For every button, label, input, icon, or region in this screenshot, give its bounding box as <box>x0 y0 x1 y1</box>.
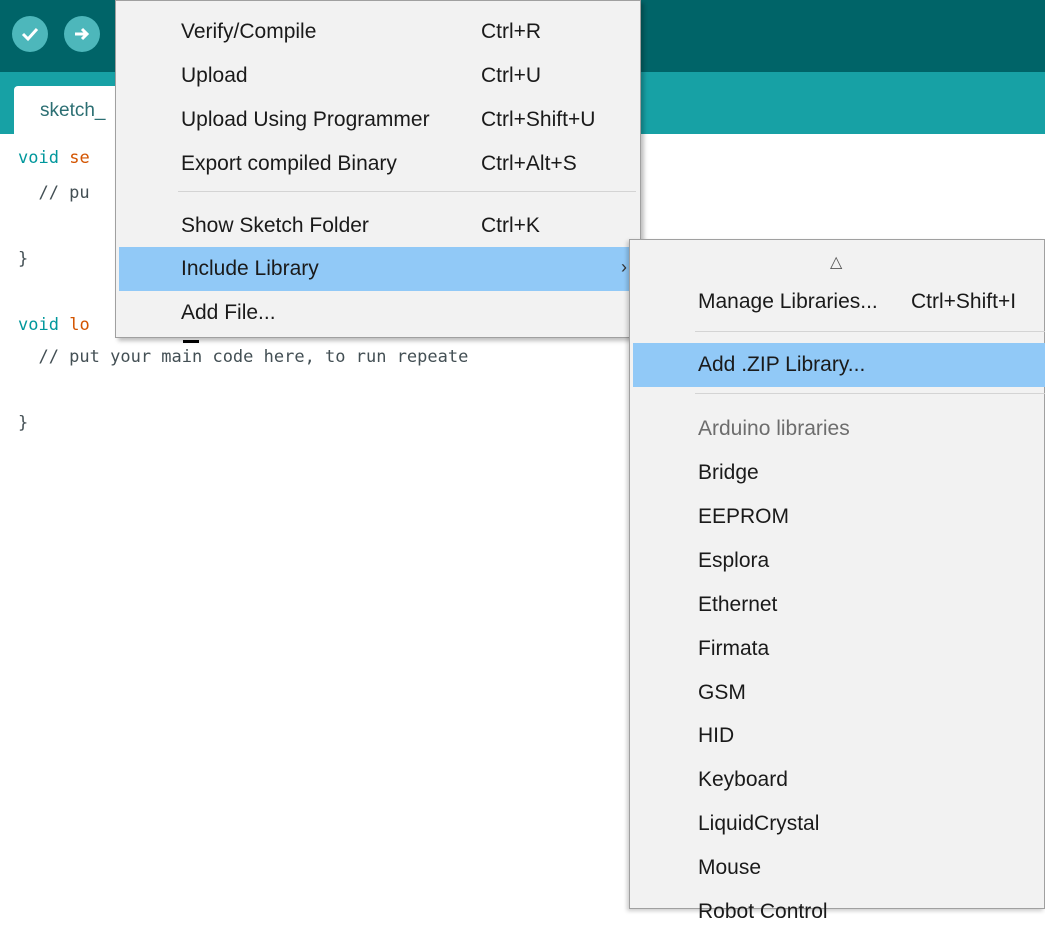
library-item-mouse[interactable]: Mouse <box>633 846 1045 890</box>
code-line: // put your main code here, to run repea… <box>18 347 469 367</box>
library-item-ethernet[interactable]: Ethernet <box>633 583 1045 627</box>
menu-item-verify-compile[interactable]: Verify/Compile Ctrl+R <box>119 10 637 54</box>
menu-item-upload-programmer[interactable]: Upload Using Programmer Ctrl+Shift+U <box>119 98 637 142</box>
include-library-submenu: △ Manage Libraries... Ctrl+Shift+I Add .… <box>629 239 1045 923</box>
code-line: } <box>18 413 29 433</box>
menu-item-manage-libraries[interactable]: Manage Libraries... Ctrl+Shift+I <box>633 280 1045 324</box>
menu-item-upload[interactable]: Upload Ctrl+U <box>119 54 637 98</box>
library-item-gsm[interactable]: GSM <box>633 671 1045 715</box>
menu-separator <box>178 191 636 192</box>
library-item-esplora[interactable]: Esplora <box>633 539 1045 583</box>
upload-button[interactable] <box>64 16 100 52</box>
library-item-bridge[interactable]: Bridge <box>633 451 1045 495</box>
checkmark-icon <box>20 24 40 44</box>
library-item-keyboard[interactable]: Keyboard <box>633 758 1045 802</box>
menu-item-include-library[interactable]: Include Library › <box>119 247 637 291</box>
menu-separator <box>695 331 1045 332</box>
verify-button[interactable] <box>12 16 48 52</box>
menu-item-add-file[interactable]: Add File... <box>119 291 637 335</box>
library-item-liquidcrystal[interactable]: LiquidCrystal <box>633 802 1045 846</box>
menu-separator <box>695 393 1045 394</box>
tab-label: sketch_ <box>40 100 106 121</box>
code-line: // pu <box>18 183 90 203</box>
code-line: } <box>18 249 29 269</box>
text-caret <box>183 340 199 343</box>
menu-item-show-sketch-folder[interactable]: Show Sketch Folder Ctrl+K <box>119 204 637 248</box>
library-item-eeprom[interactable]: EEPROM <box>633 495 1045 539</box>
library-item-hid[interactable]: HID <box>633 714 1045 758</box>
library-item-robot-control[interactable]: Robot Control <box>633 890 1045 934</box>
code-line: void se <box>18 148 90 168</box>
menu-item-add-zip-library[interactable]: Add .ZIP Library... <box>633 343 1045 387</box>
chevron-right-icon: › <box>621 257 627 277</box>
menu-item-export-binary[interactable]: Export compiled Binary Ctrl+Alt+S <box>119 142 637 186</box>
section-header-arduino-libraries: Arduino libraries <box>698 417 850 440</box>
code-line: void lo <box>18 315 90 335</box>
sketch-menu: Verify/Compile Ctrl+R Upload Ctrl+U Uplo… <box>115 0 641 338</box>
library-item-firmata[interactable]: Firmata <box>633 627 1045 671</box>
scroll-up-icon[interactable]: △ <box>830 252 842 272</box>
arrow-right-icon <box>72 24 92 44</box>
